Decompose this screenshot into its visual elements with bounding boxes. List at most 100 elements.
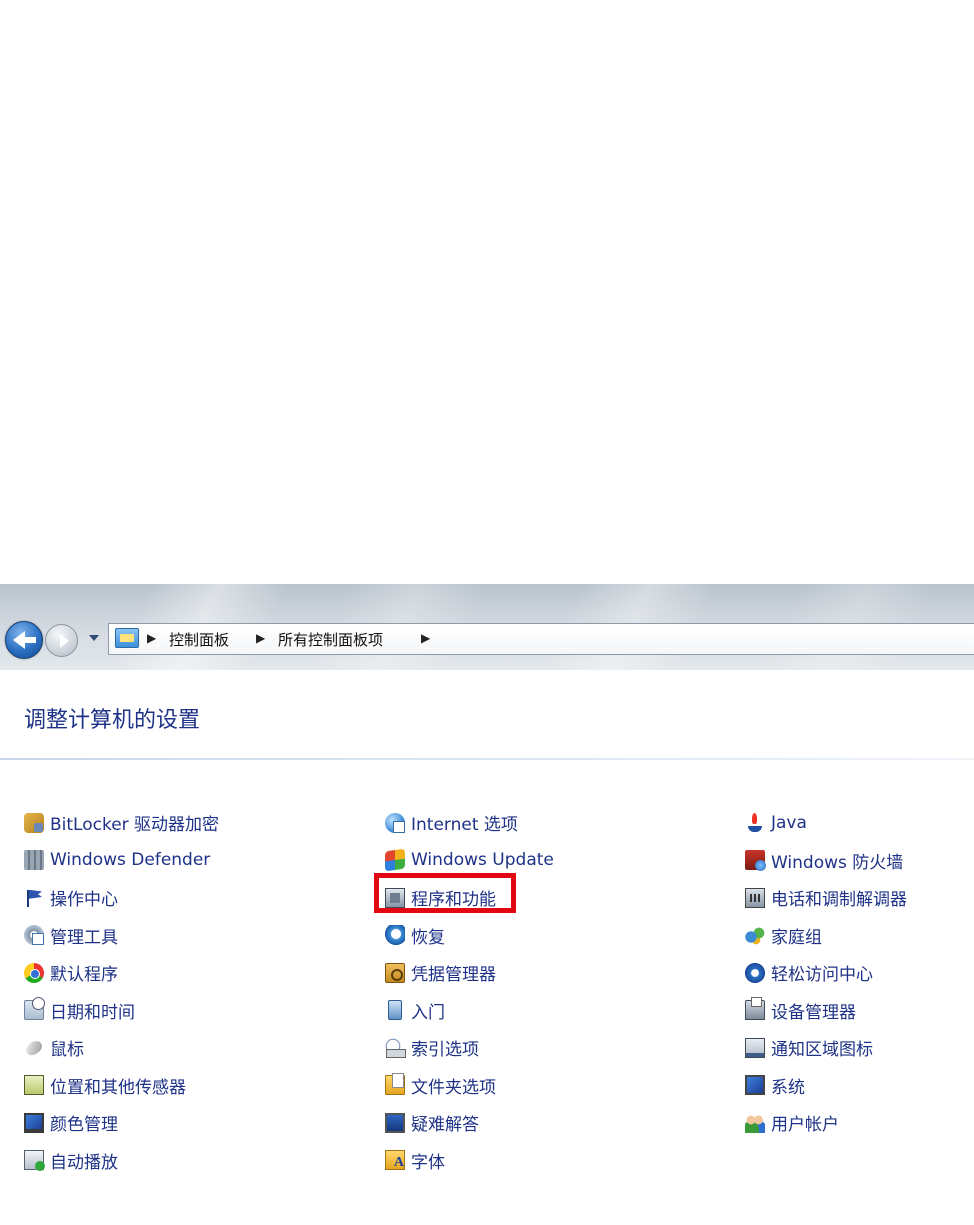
control-panel-item[interactable]: 管理工具 [24,917,219,955]
firewall-icon [745,850,766,872]
title-divider [0,758,974,760]
item-label: 鼠标 [50,1040,84,1061]
control-panel-item[interactable]: 设备管理器 [745,992,907,1030]
windows-update-icon [385,848,405,872]
breadcrumb-separator-icon[interactable]: ▶ [421,631,430,645]
sensors-icon [24,1075,44,1096]
item-label: 操作中心 [50,890,118,911]
notification-area-icon [745,1037,765,1058]
control-panel-item[interactable]: 恢复 [385,917,554,955]
item-label: 用户帐户 [771,1115,839,1136]
programs-features-icon [385,887,405,908]
item-label: 位置和其他传感器 [50,1077,186,1098]
forward-button[interactable] [45,624,78,657]
folder-options-icon [385,1073,405,1096]
control-panel-item[interactable]: 用户帐户 [745,1104,907,1142]
forward-arrow-icon [60,634,69,648]
items-column-2: Internet 选项 Windows Update 程序和功能恢复凭据管理器入门索… [374,804,554,1180]
troubleshooting-icon [385,1112,405,1133]
control-panel-window: ▶ 控制面板 ▶ 所有控制面板项 ▶ 调整计算机的设置 BitLocker 驱动… [0,584,974,1225]
device-manager-icon [745,997,765,1021]
control-panel-item[interactable]: 操作中心 [24,879,219,917]
autoplay-icon [24,1150,45,1172]
user-accounts-icon [745,1112,765,1133]
control-panel-item[interactable]: Java [745,804,907,842]
control-panel-item[interactable]: Internet 选项 [385,804,554,842]
phone-modem-icon [745,887,765,908]
item-label: Windows Update [411,850,554,871]
breadcrumb-item-control-panel[interactable]: 控制面板 [169,629,229,650]
item-label: 颜色管理 [50,1115,118,1136]
item-label: 入门 [411,1002,445,1023]
internet-options-icon [385,812,405,833]
ease-of-access-icon [745,962,765,983]
system-icon [745,1075,765,1096]
item-label: 默认程序 [50,965,118,986]
item-label: 系统 [771,1077,805,1098]
control-panel-item[interactable]: 颜色管理 [24,1104,219,1142]
breadcrumb-item-all-items[interactable]: 所有控制面板项 [278,629,383,650]
recent-pages-dropdown-icon[interactable] [89,635,99,641]
credential-manager-icon [385,962,405,983]
item-label: Windows 防火墙 [771,852,904,873]
getting-started-icon [388,1000,402,1021]
items-column-1: BitLocker 驱动器加密 Windows Defender 操作中心管理工具默… [23,804,219,1180]
item-label: 轻松访问中心 [771,965,873,986]
control-panel-item[interactable]: 日期和时间 [24,992,219,1030]
control-panel-item[interactable]: 自动播放 [24,1142,219,1180]
item-label: 疑难解答 [411,1115,479,1136]
item-label: 字体 [411,1152,445,1173]
control-panel-item[interactable]: 字体 [385,1142,554,1180]
control-panel-item[interactable]: 系统 [745,1067,907,1105]
control-panel-item[interactable]: 程序和功能 [374,873,554,917]
item-label: 管理工具 [50,927,118,948]
item-label: Java [771,812,807,833]
control-panel-icon [115,628,139,648]
item-label: Windows Defender [50,850,211,871]
back-button[interactable] [5,621,43,659]
item-label: 文件夹选项 [411,1077,496,1098]
items-column-3: Java Windows 防火墙 电话和调制解调器 家庭组轻松访问中心 设备管理器通知区… [745,804,907,1142]
blank-area [0,0,974,584]
control-panel-item[interactable]: 凭据管理器 [385,954,554,992]
control-panel-item[interactable]: 鼠标 [23,1029,219,1067]
item-label: 日期和时间 [50,1002,135,1023]
item-label: 索引选项 [411,1040,479,1061]
bitlocker-icon [24,812,44,833]
default-programs-icon [24,962,44,983]
control-panel-item[interactable]: 默认程序 [24,954,219,992]
item-label: 家庭组 [771,927,822,948]
mouse-icon [23,1037,45,1058]
item-label: 恢复 [411,927,445,948]
control-panel-item[interactable]: 疑难解答 [385,1104,554,1142]
control-panel-item[interactable]: 通知区域图标 [745,1029,907,1067]
control-panel-item[interactable]: 位置和其他传感器 [24,1067,219,1105]
control-panel-item[interactable]: 索引选项 [385,1029,554,1067]
java-icon [745,812,765,833]
item-label: 电话和调制解调器 [771,890,907,911]
control-panel-item[interactable]: 文件夹选项 [385,1067,554,1105]
control-panel-item[interactable]: 电话和调制解调器 [745,879,907,917]
breadcrumb-separator-icon[interactable]: ▶ [147,631,156,645]
control-panel-item[interactable]: Windows Defender [24,842,219,880]
homegroup-icon [745,925,765,946]
control-panel-item[interactable]: 轻松访问中心 [745,954,907,992]
fonts-icon [385,1150,405,1171]
navigation-bar: ▶ 控制面板 ▶ 所有控制面板项 ▶ [0,584,974,670]
breadcrumb-separator-icon[interactable]: ▶ [256,631,265,645]
item-label: 通知区域图标 [771,1040,873,1061]
address-bar[interactable]: ▶ 控制面板 ▶ 所有控制面板项 ▶ [108,623,974,655]
control-panel-item[interactable]: Windows 防火墙 [745,842,907,880]
control-panel-item[interactable]: 入门 [385,992,554,1030]
defender-icon [24,850,44,871]
admin-tools-icon [24,925,44,946]
item-label: BitLocker 驱动器加密 [50,815,220,836]
item-label: 设备管理器 [771,1002,856,1023]
control-panel-item[interactable]: 家庭组 [745,917,907,955]
item-label: 凭据管理器 [411,965,496,986]
color-management-icon [24,1112,44,1133]
page-title: 调整计算机的设置 [24,708,201,733]
item-label: Internet 选项 [411,815,518,836]
date-time-icon [24,997,45,1021]
control-panel-item[interactable]: BitLocker 驱动器加密 [24,804,219,842]
